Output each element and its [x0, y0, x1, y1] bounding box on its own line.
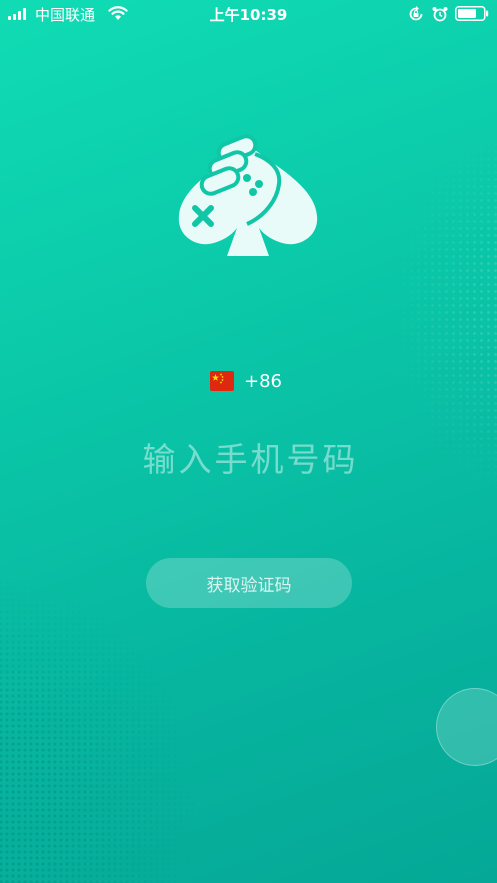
- halftone-texture-bottom-left: [0, 573, 200, 883]
- country-code: +86: [244, 370, 282, 392]
- country-code-selector[interactable]: +86: [210, 370, 282, 392]
- app-logo-icon: [178, 134, 318, 256]
- login-screen: 中国联通 上午10:39 +86 输入手机号码 获取验证码: [0, 0, 497, 883]
- get-verification-code-button[interactable]: 获取验证码: [146, 558, 352, 608]
- rotation-lock-icon: [409, 6, 423, 21]
- phone-number-input[interactable]: [50, 430, 451, 488]
- floating-assistive-button[interactable]: [436, 688, 497, 766]
- china-flag-icon: [210, 371, 234, 391]
- alarm-icon: [432, 7, 448, 22]
- status-bar: 中国联通 上午10:39: [0, 0, 497, 28]
- battery-icon: [455, 6, 489, 21]
